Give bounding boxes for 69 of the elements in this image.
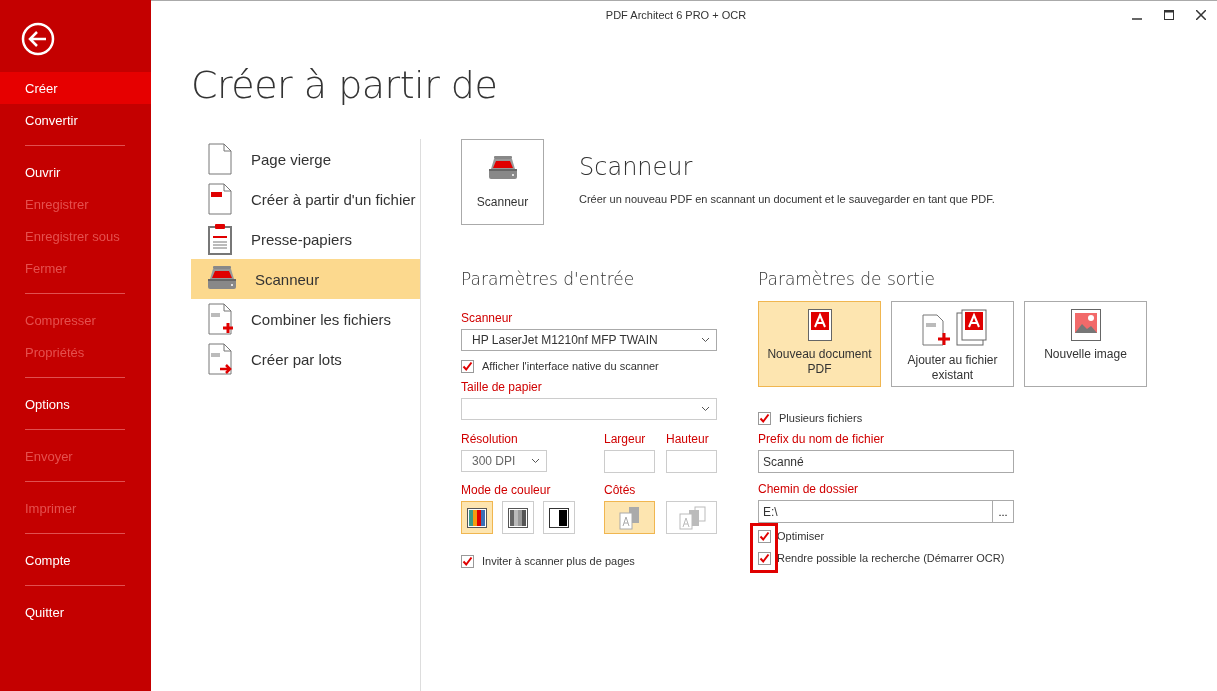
field-label: Scanneur — [461, 311, 514, 325]
blank-page-icon — [207, 143, 233, 175]
field-label: Mode de couleur — [461, 483, 552, 497]
prefix-input[interactable]: Scanné — [758, 450, 1014, 473]
sidebar-item[interactable]: Convertir — [0, 104, 151, 136]
field-label: Côtés — [604, 483, 637, 497]
output-target-button[interactable]: Ajouter au fichier existant — [891, 301, 1014, 387]
checkbox-label: Rendre possible la recherche (Démarrer OCR) — [777, 552, 1005, 564]
sidebar-item[interactable]: Quitter — [0, 596, 151, 628]
checkbox-label: Plusieurs fichiers — [779, 412, 863, 424]
field-label: Taille de papier — [461, 380, 543, 394]
monochrome-mode-icon — [549, 507, 569, 528]
output-target-button[interactable]: Nouvelle image — [1024, 301, 1147, 387]
height-input[interactable] — [666, 450, 717, 473]
scanner-tile[interactable]: Scanneur — [461, 139, 544, 225]
chevron-down-icon — [701, 406, 710, 412]
window-title: PDF Architect 6 PRO + OCR — [604, 8, 748, 21]
chevron-down-icon — [701, 337, 710, 343]
close-icon — [1196, 9, 1206, 20]
source-item[interactable]: Presse-papiers — [191, 219, 420, 259]
double-side-icon — [676, 505, 707, 530]
page-title: Créer à partir de — [191, 62, 499, 109]
checkbox[interactable] — [758, 529, 771, 543]
sidebar-item[interactable]: Ouvrir — [0, 156, 151, 188]
clipboard-icon — [207, 223, 233, 255]
section-heading: Paramètres d'entrée — [461, 269, 636, 289]
checkbox-label: Optimiser — [777, 530, 825, 542]
section-title: Scanneur — [579, 153, 694, 181]
source-item[interactable]: Créer à partir d'un fichier — [191, 179, 420, 219]
combine-files-icon — [207, 303, 233, 335]
file-icon — [207, 183, 233, 215]
section-heading: Paramètres de sortie — [758, 269, 937, 289]
chevron-down-icon — [531, 458, 540, 464]
field-label: Hauteur — [666, 432, 710, 446]
color-mode-button[interactable] — [461, 501, 493, 534]
maximize-icon — [1164, 9, 1174, 20]
scanner-select[interactable]: HP LaserJet M1210nf MFP TWAIN — [461, 329, 717, 351]
folder-path-input[interactable]: E:\ ... — [758, 500, 1014, 523]
section-description: Créer un nouveau PDF en scannant un document et le sauvegarder en tant que PDF. — [579, 193, 995, 205]
output-target-button[interactable]: Nouveau document PDF — [758, 301, 881, 387]
source-item[interactable]: Scanneur — [191, 259, 420, 299]
field-label: Largeur — [604, 432, 647, 446]
field-label: Chemin de dossier — [758, 482, 860, 496]
tile-label: Scanneur — [476, 195, 529, 209]
checkbox-label: Afficher l'interface native du scanner — [482, 360, 659, 372]
checkbox-label: Inviter à scanner plus de pages — [482, 555, 635, 567]
minimize-icon — [1132, 17, 1142, 20]
grayscale-mode-icon — [508, 507, 528, 528]
sidebar-item[interactable]: Options — [0, 388, 151, 420]
checkbox[interactable] — [758, 411, 771, 425]
resolution-select[interactable]: 300 DPI — [461, 450, 547, 472]
field-label: Prefix du nom de fichier — [758, 432, 886, 446]
width-input[interactable] — [604, 450, 655, 473]
source-item[interactable]: Page vierge — [191, 139, 420, 179]
color-mode-button[interactable] — [502, 501, 534, 534]
color-mode-icon — [467, 507, 487, 528]
checkbox[interactable] — [461, 359, 474, 373]
image-icon — [1070, 309, 1101, 341]
color-mode-button[interactable] — [543, 501, 575, 534]
field-label: Résolution — [461, 432, 519, 446]
checkbox[interactable] — [461, 554, 474, 568]
sidebar-item[interactable]: Compte — [0, 544, 151, 576]
batch-files-icon — [207, 343, 233, 375]
source-item[interactable]: Créer par lots — [191, 339, 420, 379]
sidebar-item[interactable]: Créer — [0, 72, 151, 104]
checkbox[interactable] — [758, 551, 771, 565]
source-item[interactable]: Combiner les fichiers — [191, 299, 420, 339]
back-button[interactable] — [21, 22, 55, 56]
pdf-document-icon — [807, 309, 832, 341]
